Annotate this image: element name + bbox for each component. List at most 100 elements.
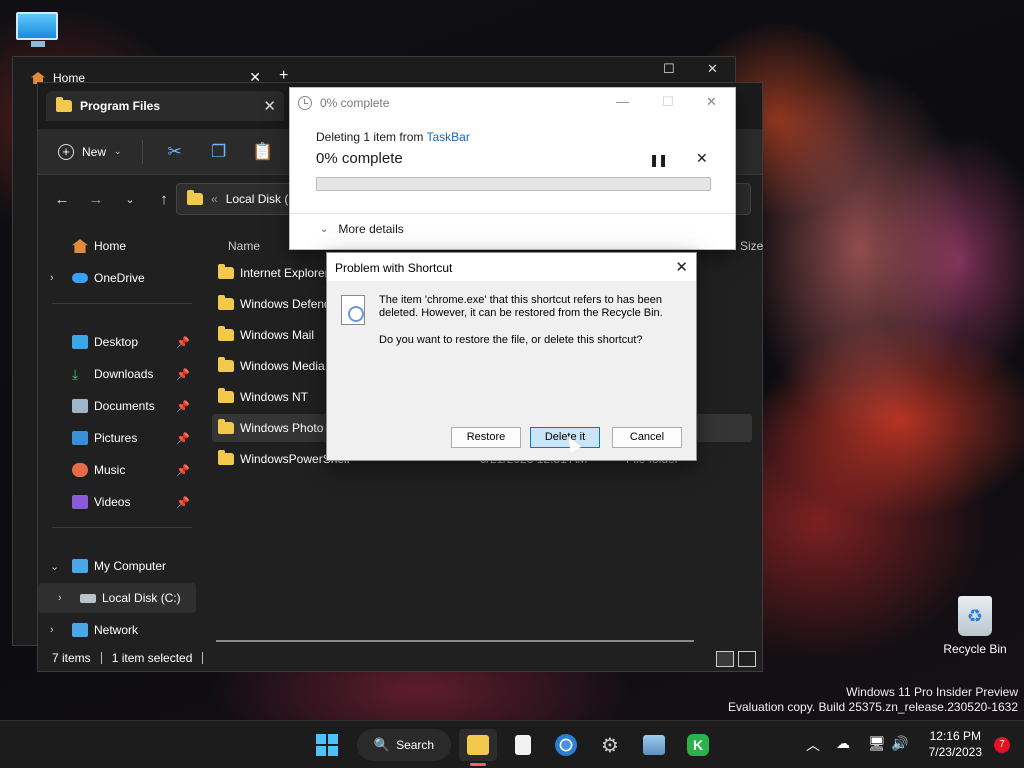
cancel-button[interactable]: Cancel	[612, 427, 682, 448]
more-details-toggle[interactable]: ⌄ More details	[320, 222, 404, 236]
pin-icon[interactable]: 📌	[176, 336, 190, 349]
pin-icon[interactable]: 📌	[176, 432, 190, 445]
source-folder-link[interactable]: TaskBar	[427, 130, 470, 144]
sidebar-item-label: Pictures	[94, 431, 138, 445]
progress-dialog-titlebar: 0% complete	[298, 96, 389, 110]
chevron-down-icon: ⌄	[320, 223, 329, 235]
cancel-operation-icon[interactable]: ✕	[696, 150, 708, 167]
status-bar: 7 items 1 item selected	[38, 645, 762, 671]
show-hidden-icons-chevron-icon[interactable]: ︿	[806, 735, 820, 755]
taskbar-clock[interactable]: 12:16 PM 7/23/2023	[929, 728, 982, 760]
new-button[interactable]: + New ⌄	[58, 143, 122, 160]
sidebar-item-network[interactable]: › Network	[38, 615, 196, 645]
sidebar-item-documents[interactable]: Documents 📌	[38, 391, 196, 421]
delete-progress-dialog[interactable]: 0% complete — ☐ ✕ Deleting 1 item from T…	[289, 87, 736, 250]
gear-icon: ⚙	[601, 734, 619, 757]
notification-badge[interactable]: 7	[994, 737, 1010, 753]
sidebar-item-label: Home	[94, 239, 127, 253]
pin-icon[interactable]: 📌	[176, 368, 190, 381]
sidebar-item-music[interactable]: Music 📌	[38, 455, 196, 485]
taskbar-chrome[interactable]	[552, 729, 580, 761]
sidebar-item-local-disk[interactable]: › Local Disk (C:)	[38, 583, 196, 613]
taskbar-file-explorer[interactable]	[459, 729, 497, 761]
chevron-right-icon[interactable]: ›	[50, 272, 54, 284]
progress-dialog-title: 0% complete	[320, 96, 390, 110]
this-pc-desktop-icon[interactable]	[16, 12, 60, 52]
sidebar-item-desktop[interactable]: Desktop 📌	[38, 327, 196, 357]
sidebar-item-pictures[interactable]: Pictures 📌	[38, 423, 196, 453]
selection-count: 1 item selected	[111, 651, 193, 665]
tab-program-files[interactable]: Program Files ✕	[46, 91, 284, 121]
paste-icon[interactable]: 📋	[251, 142, 275, 162]
sidebar-item-label: Network	[94, 623, 139, 637]
pin-icon[interactable]: 📌	[176, 400, 190, 413]
back-arrow-icon[interactable]: ←	[52, 191, 72, 208]
sidebar-item-downloads[interactable]: ⤓ Downloads 📌	[38, 359, 196, 389]
maximize-icon[interactable]: ☐	[663, 61, 675, 77]
sidebar-item-onedrive[interactable]: › OneDrive	[38, 263, 196, 293]
chevron-right-icon[interactable]: ›	[50, 624, 54, 636]
file-name: Windows Photo V	[240, 421, 335, 435]
chevron-down-icon: ⌄	[114, 146, 122, 156]
minimize-icon[interactable]: —	[616, 94, 629, 109]
recent-locations-chevron-icon[interactable]: ⌄	[120, 193, 140, 206]
breadcrumb-overflow-icon[interactable]: «	[211, 192, 218, 206]
close-icon[interactable]: ✕	[706, 94, 717, 110]
sidebar-item-my-computer[interactable]: ⌄ My Computer	[38, 551, 196, 581]
restore-button[interactable]: Restore	[451, 427, 521, 448]
details-view-icon[interactable]	[716, 651, 734, 667]
taskbar-settings[interactable]: ⚙	[596, 729, 624, 761]
drive-icon	[80, 593, 96, 603]
copy-icon[interactable]: ❐	[207, 142, 231, 162]
chrome-icon	[555, 734, 577, 756]
maximize-icon: ☐	[662, 94, 674, 109]
folder-icon	[187, 190, 203, 205]
folder-icon	[218, 295, 234, 310]
taskbar-notepad[interactable]	[510, 729, 536, 761]
column-header-name[interactable]: Name	[228, 239, 260, 253]
close-tab-icon[interactable]: ✕	[263, 97, 276, 115]
start-button[interactable]	[314, 729, 340, 761]
horizontal-scrollbar[interactable]	[216, 640, 694, 642]
network-tray-icon[interactable]: 🖥	[868, 735, 886, 752]
sidebar-item-label: Desktop	[94, 335, 139, 349]
sidebar-item-home[interactable]: Home	[38, 231, 196, 261]
sidebar-item-label: Videos	[94, 495, 131, 509]
monitor-icon	[16, 12, 58, 40]
watermark-line-2: Evaluation copy. Build 25375.zn_release.…	[728, 700, 1018, 714]
sidebar-item-videos[interactable]: Videos 📌	[38, 487, 196, 517]
taskbar-app-k[interactable]: K	[684, 729, 712, 761]
file-name: Windows Media I	[240, 359, 332, 373]
taskbar-photos[interactable]	[640, 729, 668, 761]
progress-bar	[316, 177, 711, 191]
windows-logo-icon	[316, 734, 338, 756]
sidebar-item-label: My Computer	[94, 559, 167, 573]
problem-with-shortcut-dialog[interactable]: Problem with Shortcut ✕ The item 'chrome…	[326, 252, 697, 461]
up-arrow-icon[interactable]: ↑	[154, 191, 174, 208]
pause-icon[interactable]: ❚❚	[649, 153, 668, 167]
taskbar: 🔍 Search ⚙ K ︿ ☁ 🖥 🔊 12:16 PM 7/23/2023 …	[0, 720, 1024, 768]
forward-arrow-icon[interactable]: →	[86, 191, 106, 208]
recycle-bin-desktop-icon[interactable]: Recycle Bin	[940, 596, 1010, 656]
column-header-size[interactable]: Size	[740, 239, 763, 253]
volume-icon[interactable]: 🔊	[891, 735, 908, 752]
folder-icon	[56, 97, 72, 112]
pin-icon[interactable]: 📌	[176, 464, 190, 477]
computer-icon	[72, 559, 88, 573]
onedrive-tray-icon[interactable]: ☁	[836, 735, 850, 752]
chevron-down-icon[interactable]: ⌄	[50, 560, 59, 573]
close-icon[interactable]: ✕	[675, 258, 688, 276]
clock-time: 12:16 PM	[929, 729, 981, 743]
navigation-pane: Home › OneDrive Desktop 📌 ⤓ Downloads 📌 …	[38, 229, 198, 645]
clock-date: 7/23/2023	[928, 745, 982, 759]
chevron-right-icon[interactable]: ›	[58, 592, 62, 604]
close-icon[interactable]: ✕	[707, 61, 718, 77]
tiles-view-icon[interactable]	[738, 651, 756, 667]
pin-icon[interactable]: 📌	[176, 496, 190, 509]
folder-icon	[218, 388, 234, 403]
folder-icon	[218, 264, 234, 279]
search-button[interactable]: 🔍 Search	[357, 729, 451, 761]
divider	[52, 303, 192, 304]
new-button-label: New	[82, 144, 107, 159]
cut-icon[interactable]: ✂	[163, 142, 187, 162]
